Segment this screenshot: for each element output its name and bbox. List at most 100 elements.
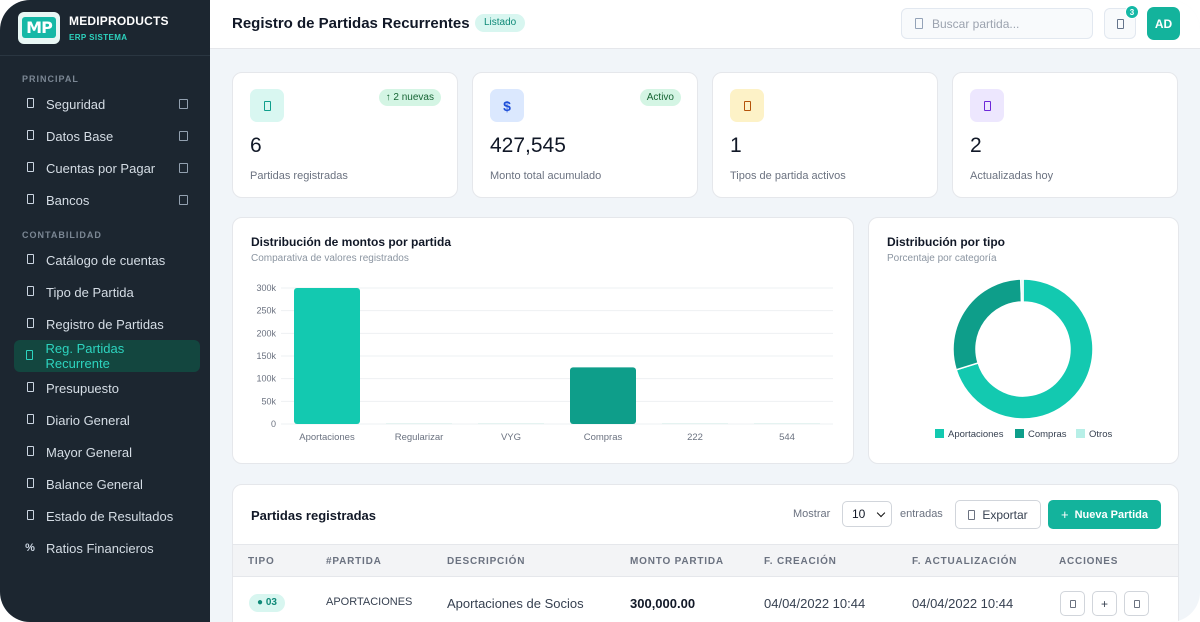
bar[interactable] [570,367,636,424]
sidebar-item-ratios-financieros[interactable]: % Ratios Financieros [14,532,200,564]
y-tick-label: 100k [256,374,276,384]
stat-label: Actualizadas hoy [970,170,1054,182]
sidebar-item-bancos[interactable]: Bancos [14,184,200,216]
col-descripcion[interactable]: DESCRIPCIÓN [447,556,525,567]
sidebar-item-label: Cuentas por Pagar [46,160,156,176]
stat-pill: ↑ 2 nuevas [378,89,441,106]
sidebar-section-label: PRINCIPAL [22,74,79,84]
journal-icon [24,414,36,426]
avatar[interactable]: AD [1147,7,1180,40]
sidebar-item-balance-general[interactable]: Balance General [14,468,200,500]
y-tick-label: 250k [256,306,276,316]
sidebar-item-mayor-general[interactable]: Mayor General [14,436,200,468]
bar[interactable] [754,423,820,424]
budget-icon [24,382,36,394]
bar[interactable] [386,423,452,424]
stat-card: $ Activo 427,545 Monto total acumulado [472,72,698,198]
dollar-icon: $ [490,89,524,122]
sidebar-item-reg-partidas-recurrente[interactable]: Reg. Partidas Recurrente [14,340,200,372]
delete-icon [1133,599,1140,608]
wallet-icon [24,162,36,174]
col-tipo[interactable]: TIPO [248,556,275,567]
donut-chart-card: Distribución por tipo Porcentaje por cat… [868,217,1179,464]
donut-slice[interactable] [1020,278,1024,303]
sidebar-item-label: Mayor General [46,444,132,460]
sidebar-item-label: Registro de Partidas [46,316,164,332]
table-card: Partidas registradas Mostrar 10 entradas… [232,484,1179,622]
stat-card: 2 Actualizadas hoy [952,72,1178,198]
export-button[interactable]: Exportar [955,500,1041,529]
stat-label: Tipos de partida activos [730,170,846,182]
database-icon [24,130,36,142]
book-icon [24,446,36,458]
app-frame: MP MEDIPRODUCTS ERP SISTEMA PRINCIPAL Seg… [0,0,1200,622]
bar[interactable] [294,288,360,424]
report-icon [24,510,36,522]
add-button[interactable]: + [1092,591,1117,616]
page-size-value: 10 [852,507,866,521]
col-creacion[interactable]: F. CREACIÓN [764,556,837,567]
status-badge: Listado [475,14,526,32]
bell-icon [1116,18,1124,29]
sidebar-item-seguridad[interactable]: Seguridad [14,88,200,120]
sidebar-item-presupuesto[interactable]: Presupuesto [14,372,200,404]
sidebar: MP MEDIPRODUCTS ERP SISTEMA PRINCIPAL Seg… [0,0,210,622]
sidebar-item-estado-de-resultados[interactable]: Estado de Resultados [14,500,200,532]
table-row[interactable]: ● 03 APORTACIONES Aportaciones de Socios… [233,577,1178,622]
page-title: Registro de Partidas Recurrentes [232,15,470,32]
chevron-down-icon [876,508,886,518]
x-tick-label: VYG [501,432,521,443]
col-monto[interactable]: MONTO PARTIDA [630,556,724,567]
y-tick-label: 300k [256,283,276,293]
shield-icon [24,98,36,110]
logo[interactable]: MP [18,11,60,44]
x-tick-label: Regularizar [395,432,444,443]
cell-partida: APORTACIONES [326,596,413,608]
legend-label[interactable]: Aportaciones [948,429,1004,440]
expand-icon [179,163,188,173]
donut-slice[interactable] [952,278,1023,371]
delete-button[interactable] [1124,591,1149,616]
search-icon [915,18,923,29]
sidebar-item-label: Presupuesto [46,380,119,396]
sidebar-item-catálogo-de-cuentas[interactable]: Catálogo de cuentas [14,244,200,276]
stat-pill: Activo [639,89,681,106]
dollar-glyph: $ [503,97,511,114]
sidebar-section: Seguridad Datos Base Cuentas por Pagar Banc… [0,88,210,216]
plus-icon: + [1061,507,1069,522]
export-icon [968,509,976,520]
search-box[interactable] [901,8,1093,39]
show-label: Mostrar [793,508,831,520]
ledger-icon [24,318,36,330]
folder-icon [730,89,764,122]
table-header: TIPO #PARTIDA DESCRIPCIÓN MONTO PARTIDA … [233,544,1178,577]
legend-swatch [1015,429,1024,438]
notifications-button[interactable]: 3 [1104,5,1139,39]
sidebar-item-registro-de-partidas[interactable]: Registro de Partidas [14,308,200,340]
legend-label[interactable]: Otros [1089,429,1112,440]
sidebar-item-datos-base[interactable]: Datos Base [14,120,200,152]
page-size-select[interactable]: 10 [842,501,892,527]
document-icon [250,89,284,122]
sidebar-item-label: Datos Base [46,128,114,144]
sidebar-nav: PRINCIPAL Seguridad Datos Base Cuentas por … [0,74,210,564]
legend-label[interactable]: Compras [1028,429,1067,440]
search-input[interactable] [932,16,1082,31]
repeat-icon [24,350,36,362]
brand-subtitle: ERP SISTEMA [69,32,128,42]
bar[interactable] [478,423,544,424]
sidebar-item-cuentas-por-pagar[interactable]: Cuentas por Pagar [14,152,200,184]
new-entry-button[interactable]: + Nueva Partida [1048,500,1161,529]
donut-chart: Aportaciones Compras Otros [935,278,1112,440]
sidebar-item-diario-general[interactable]: Diario General [14,404,200,436]
bar[interactable] [662,423,728,424]
col-actualizacion[interactable]: F. ACTUALIZACIÓN [912,556,1017,567]
sidebar-item-tipo-de-partida[interactable]: Tipo de Partida [14,276,200,308]
x-tick-label: 544 [779,432,795,443]
sidebar-item-label: Reg. Partidas Recurrente [45,341,125,371]
legend-swatch [935,429,944,438]
view-button[interactable] [1060,591,1085,616]
col-partida[interactable]: #PARTIDA [326,556,382,567]
top-header: Registro de Partidas Recurrentes Listado… [210,0,1200,49]
sidebar-item-label: Bancos [46,192,90,208]
